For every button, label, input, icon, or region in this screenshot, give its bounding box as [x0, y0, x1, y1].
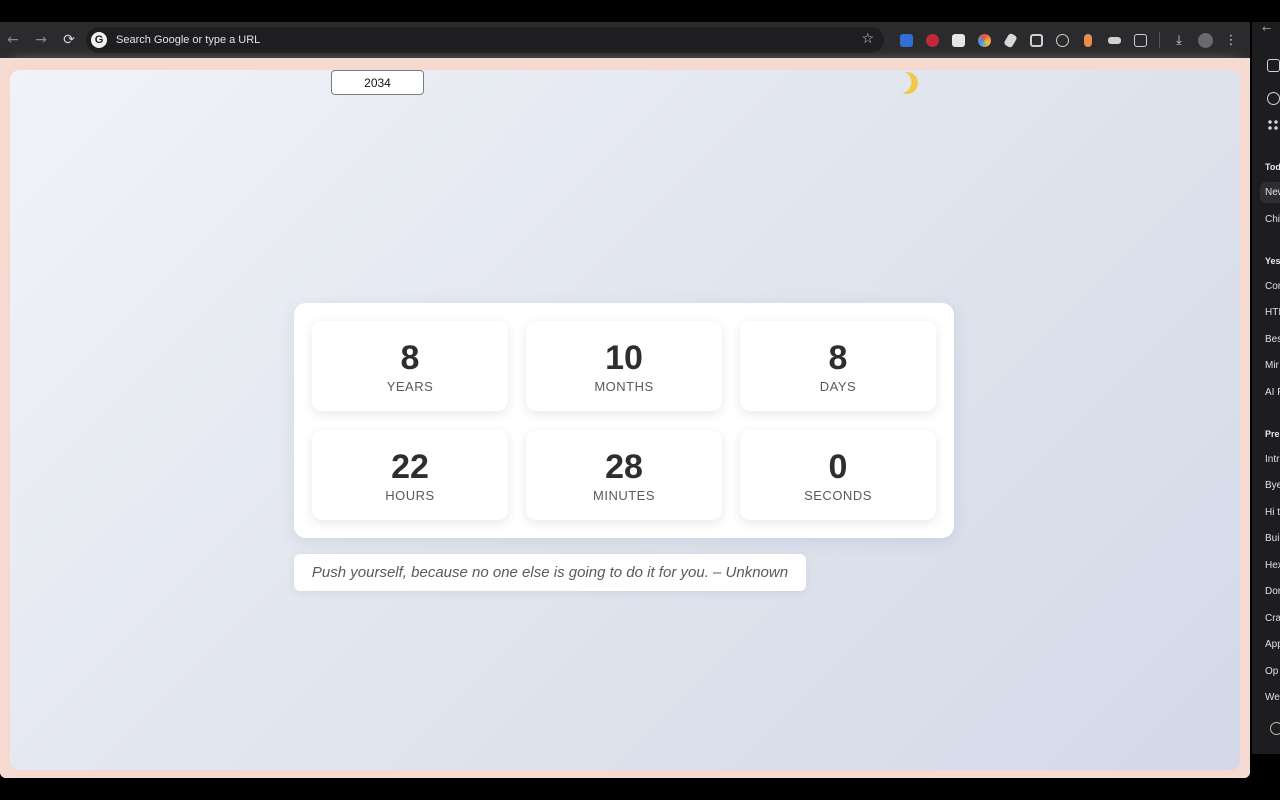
- months-value: 10: [605, 339, 643, 377]
- years-value: 8: [400, 339, 420, 377]
- history-group-heading: Tod: [1265, 162, 1280, 172]
- history-item[interactable]: Cor: [1265, 281, 1280, 292]
- bitwarden-icon[interactable]: [893, 27, 919, 53]
- quote-box: Push yourself, because no one else is go…: [294, 554, 806, 591]
- countdown-years: 8 YEARS: [312, 321, 508, 411]
- side-panel-settings-icon[interactable]: [1270, 722, 1280, 735]
- days-value: 8: [828, 339, 848, 377]
- bookmark-star-icon[interactable]: ☆: [861, 31, 874, 47]
- browser-toolbar: ← → ⟳ G Search Google or type a URL ☆ ⤓ …: [0, 22, 1250, 58]
- window-extension-icon[interactable]: [1023, 27, 1049, 53]
- circle-extension-icon[interactable]: [1049, 27, 1075, 53]
- history-item[interactable]: New: [1260, 182, 1280, 203]
- seconds-label: SECONDS: [804, 488, 872, 503]
- browser-window: ← → ⟳ G Search Google or type a URL ☆ ⤓ …: [0, 22, 1250, 778]
- browser-menu-icon[interactable]: ⋮: [1218, 27, 1244, 53]
- incognito-extension-icon[interactable]: [1101, 27, 1127, 53]
- history-group-heading: Yes: [1265, 256, 1280, 266]
- chatgpt-icon[interactable]: [1267, 92, 1280, 105]
- profile-avatar[interactable]: [1192, 27, 1218, 53]
- history-item[interactable]: Op: [1265, 666, 1278, 677]
- minutes-label: MINUTES: [593, 488, 655, 503]
- history-item[interactable]: AI F: [1265, 387, 1280, 398]
- side-panel: ← Tod New Chi Yes Cor HTI Bes Mir AI F P…: [1252, 22, 1280, 754]
- apps-grid-icon[interactable]: [1267, 119, 1280, 132]
- reload-button[interactable]: ⟳: [56, 27, 82, 53]
- history-item[interactable]: Chi: [1265, 214, 1280, 225]
- history-item[interactable]: Intr: [1265, 454, 1279, 465]
- back-button[interactable]: ←: [0, 27, 26, 53]
- reading-list-icon[interactable]: [1267, 59, 1280, 72]
- history-item[interactable]: Cra: [1265, 613, 1280, 624]
- notion-icon[interactable]: [945, 27, 971, 53]
- download-icon[interactable]: ⤓: [1166, 27, 1192, 53]
- history-item[interactable]: Mir: [1265, 360, 1279, 371]
- year-input[interactable]: 2034: [331, 70, 424, 95]
- countdown-minutes: 28 MINUTES: [526, 430, 722, 520]
- seconds-value: 0: [828, 448, 848, 486]
- forward-button[interactable]: →: [28, 27, 54, 53]
- hours-value: 22: [391, 448, 429, 486]
- countdown-seconds: 0 SECONDS: [740, 430, 936, 520]
- side-panel-back-icon[interactable]: ←: [1262, 22, 1271, 35]
- screen: ← → ⟳ G Search Google or type a URL ☆ ⤓ …: [0, 0, 1280, 800]
- countdown-days: 8 DAYS: [740, 321, 936, 411]
- minutes-value: 28: [605, 448, 643, 486]
- countdown-months: 10 MONTHS: [526, 321, 722, 411]
- days-label: DAYS: [819, 379, 857, 394]
- months-label: MONTHS: [594, 379, 654, 394]
- history-item[interactable]: Bye: [1265, 480, 1280, 491]
- extensions-bar: ⤓ ⋮: [893, 22, 1244, 58]
- pen-extension-icon[interactable]: [997, 27, 1023, 53]
- history-group-heading: Pre: [1265, 429, 1280, 439]
- address-bar[interactable]: G Search Google or type a URL ☆: [86, 27, 884, 53]
- history-item[interactable]: Dor: [1265, 586, 1280, 597]
- history-item[interactable]: Bes: [1265, 334, 1280, 345]
- colorful-circle-extension-icon[interactable]: [971, 27, 997, 53]
- countdown-card: 8 YEARS 10 MONTHS 8 DAYS 22 HOURS 28 MIN…: [294, 303, 954, 538]
- history-item[interactable]: Buil: [1265, 533, 1280, 544]
- pill-extension-icon[interactable]: [1075, 27, 1101, 53]
- toolbar-divider: [1159, 32, 1160, 48]
- years-label: YEARS: [386, 379, 434, 394]
- address-bar-placeholder: Search Google or type a URL: [116, 34, 261, 46]
- puzzle-extensions-icon[interactable]: [1127, 27, 1153, 53]
- history-item[interactable]: We: [1265, 692, 1280, 703]
- history-item[interactable]: Hex: [1265, 560, 1280, 571]
- history-item[interactable]: App: [1265, 639, 1280, 650]
- history-item[interactable]: HTI: [1265, 307, 1280, 318]
- countdown-hours: 22 HOURS: [312, 430, 508, 520]
- red-circle-extension-icon[interactable]: [919, 27, 945, 53]
- google-icon: G: [91, 32, 107, 48]
- history-item[interactable]: Hi t: [1265, 507, 1280, 518]
- hours-label: HOURS: [385, 488, 435, 503]
